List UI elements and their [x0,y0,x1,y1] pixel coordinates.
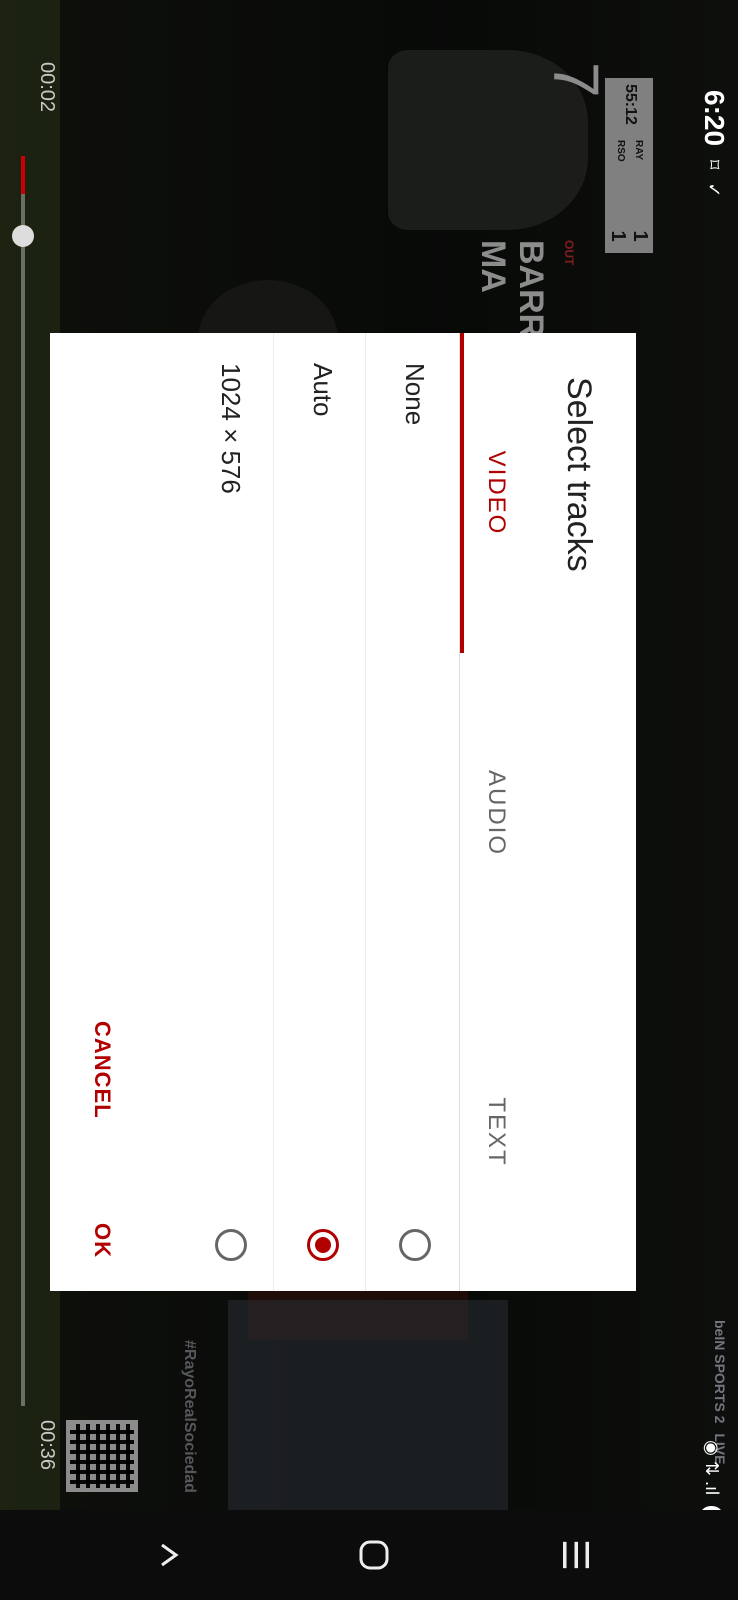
seek-thumb[interactable] [12,225,34,247]
elapsed-time: 00:02 [36,62,58,113]
dialog-actions: CANCEL OK [50,991,140,1291]
tab-divider [459,333,460,1291]
track-tabs: VIDEO AUDIO TEXT [466,333,526,1291]
screen: 55:12 RAY RSO 1 1 7 OUT BARR MA beIN SPO… [0,0,738,1600]
signal-icon: ⇅ .ıl [702,1460,722,1495]
active-tab-indicator [460,333,464,653]
notification-icons: ⌑ ✓ [704,160,724,202]
ok-button[interactable]: OK [89,1223,115,1258]
option-label: 1024 × 576 [216,363,246,494]
option-label: None [400,363,430,426]
home-icon[interactable] [346,1532,392,1578]
back-icon[interactable] [142,1532,188,1578]
track-option-none[interactable]: None [365,333,458,1291]
recents-icon[interactable]: ☰ [552,1532,598,1578]
cancel-button[interactable]: CANCEL [89,1021,115,1119]
tab-video[interactable]: VIDEO [466,333,526,653]
seek-progress [21,156,25,194]
duration-time: 00:36 [36,1420,58,1471]
option-label: Auto [308,363,338,417]
hotspot-icon: ◉ [702,1440,722,1456]
tab-text[interactable]: TEXT [466,973,526,1291]
radio-button[interactable] [399,1229,431,1261]
track-option-1024x576[interactable]: 1024 × 576 [182,333,274,1291]
landscape-canvas: 55:12 RAY RSO 1 1 7 OUT BARR MA beIN SPO… [0,0,738,1600]
radio-button-selected[interactable] [307,1229,339,1261]
seek-bar[interactable] [21,156,25,1406]
navigation-bar: ☰ [0,1510,738,1600]
tab-audio[interactable]: AUDIO [466,653,526,973]
dialog-title: Select tracks [560,377,598,572]
status-bar: 6:20 ⌑ ✓ ◉ ⇅ .ıl 73 [668,0,738,1600]
select-tracks-dialog: Select tracks VIDEO AUDIO TEXT None Auto… [50,333,636,1291]
radio-button[interactable] [215,1229,247,1261]
status-time: 6:20 [699,90,730,147]
track-option-auto[interactable]: Auto [273,333,366,1291]
